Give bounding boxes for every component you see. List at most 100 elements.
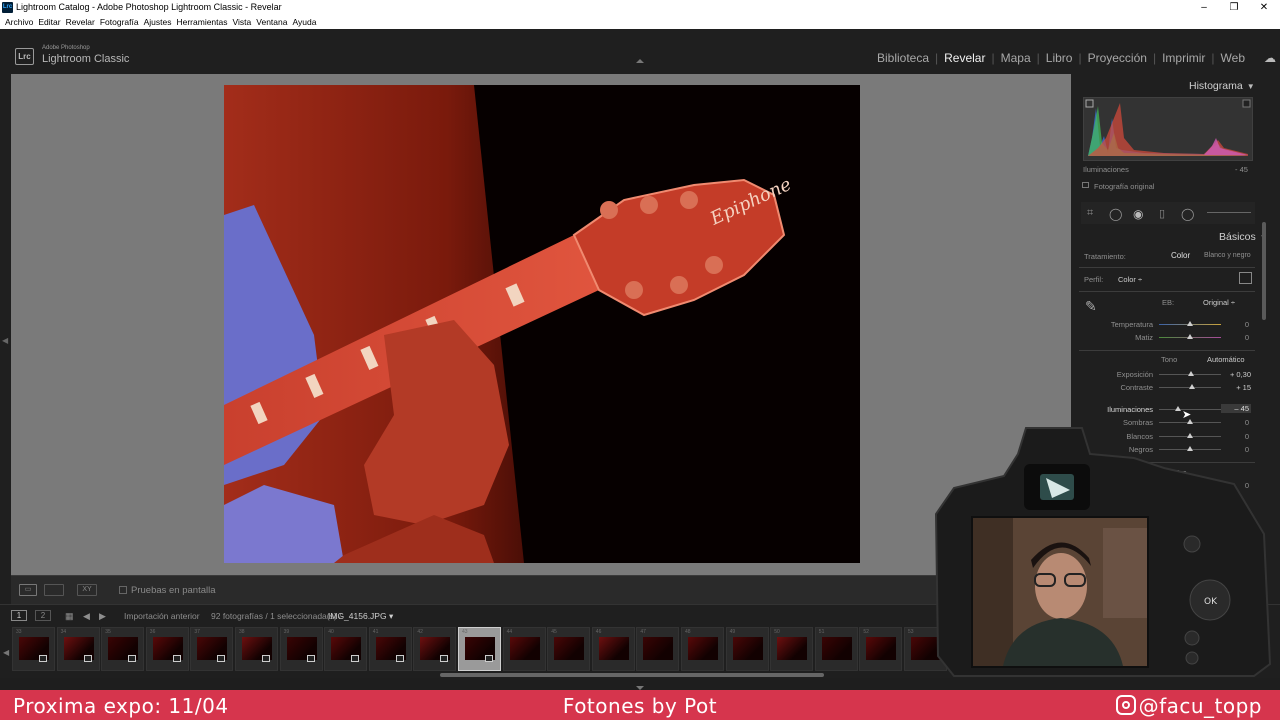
filmstrip-thumbnail[interactable]: 45	[547, 627, 591, 671]
filmstrip-thumbnail[interactable]: 52	[859, 627, 903, 671]
filmstrip-thumbnail[interactable]: 43	[458, 627, 501, 671]
soft-proof-checkbox[interactable]	[119, 586, 127, 594]
filmstrip-thumbnail[interactable]: 34	[56, 627, 100, 671]
thumbnail-image	[777, 637, 808, 660]
filmstrip-thumbnail[interactable]: 51	[814, 627, 858, 671]
thumbnail-number: 50	[774, 629, 780, 635]
filmstrip-thumbnail[interactable]: 38	[235, 627, 278, 671]
filmstrip-thumbnail[interactable]: 35	[101, 627, 145, 671]
crop-tool-icon[interactable]: ⌗	[1087, 207, 1093, 220]
compare-xy-button[interactable]: XY	[77, 584, 97, 596]
spot-removal-icon[interactable]: ◯	[1109, 207, 1122, 221]
left-panel-toggle-icon[interactable]: ◀	[2, 336, 8, 345]
filmstrip-thumbnail[interactable]: 41	[368, 627, 412, 671]
module-libro[interactable]: Libro	[1046, 51, 1073, 65]
menu-revelar[interactable]: Revelar	[65, 15, 99, 29]
minimize-button[interactable]: –	[1189, 0, 1219, 15]
edited-badge-icon	[83, 655, 92, 662]
menu-ajustes[interactable]: Ajustes	[143, 15, 176, 29]
filmstrip-source[interactable]: Importación anterior	[124, 611, 200, 621]
module-revelar[interactable]: Revelar	[944, 51, 985, 65]
treatment-color-option[interactable]: Color	[1171, 251, 1190, 260]
histogram-chart[interactable]	[1083, 97, 1253, 161]
highlights-value[interactable]: – 45	[1221, 404, 1251, 413]
thumbnail-number: 38	[239, 629, 245, 635]
menu-ventana[interactable]: Ventana	[255, 15, 291, 29]
profile-dropdown[interactable]: Color ÷	[1118, 275, 1142, 284]
close-button[interactable]: ✕	[1249, 0, 1279, 15]
photo-preview[interactable]: Epiphone	[224, 85, 860, 563]
filmstrip-thumbnail[interactable]: 33	[12, 627, 55, 671]
filmstrip-scrollbar[interactable]	[440, 673, 824, 677]
lrc-logo-icon: Lrc	[15, 48, 34, 65]
module-biblioteca[interactable]: Biblioteca	[877, 51, 929, 65]
forward-arrow-icon[interactable]: ▶	[99, 611, 106, 622]
tint-thumb[interactable]	[1187, 334, 1193, 339]
filmstrip-thumbnail[interactable]: 44	[502, 627, 546, 671]
profile-browser-icon[interactable]	[1239, 272, 1252, 284]
filmstrip-thumbnail[interactable]: 37	[190, 627, 234, 671]
loupe-view-button[interactable]: ▭	[19, 584, 37, 596]
menu-herramientas[interactable]: Herramientas	[175, 15, 231, 29]
exposure-value[interactable]: + 0,30	[1223, 370, 1251, 379]
red-eye-icon[interactable]: ◉	[1133, 207, 1143, 221]
filmstrip-thumbnail[interactable]: 49	[725, 627, 769, 671]
tone-label: Tono	[1161, 355, 1178, 364]
module-web[interactable]: Web	[1221, 51, 1245, 65]
display-2-button[interactable]: 2	[35, 610, 51, 621]
temperature-value[interactable]: 0	[1231, 320, 1249, 329]
module-proyeccion[interactable]: Proyección	[1088, 51, 1147, 65]
menu-ayuda[interactable]: Ayuda	[291, 15, 320, 29]
maximize-button[interactable]: ❐	[1219, 0, 1249, 15]
grid-view-icon[interactable]: ▦	[65, 611, 74, 622]
filmstrip-left-arrow-icon[interactable]: ◀	[3, 648, 9, 657]
thumbnail-image	[554, 637, 585, 660]
filmstrip-current-file[interactable]: IMG_4156.JPG ▾	[328, 611, 393, 622]
filmstrip-thumbnail[interactable]: 42	[413, 627, 457, 671]
display-1-button[interactable]: 1	[11, 610, 27, 621]
module-mapa[interactable]: Mapa	[1001, 51, 1031, 65]
filmstrip-thumbnail[interactable]: 47	[636, 627, 680, 671]
before-after-button[interactable]	[44, 584, 64, 596]
menu-archivo[interactable]: Archivo	[4, 15, 37, 29]
filmstrip-thumbnail[interactable]: 46	[591, 627, 635, 671]
cloud-icon[interactable]: ☁	[1264, 51, 1276, 65]
auto-tone-button[interactable]: Automático	[1207, 355, 1245, 364]
radial-filter-icon[interactable]: ◯	[1181, 207, 1194, 221]
top-panel-toggle-icon[interactable]	[636, 59, 644, 63]
treatment-bw-option[interactable]: Blanco y negro	[1204, 252, 1251, 259]
edited-badge-icon	[485, 655, 493, 662]
contrast-thumb[interactable]	[1189, 384, 1196, 389]
filmstrip-thumbnail[interactable]: 48	[681, 627, 724, 671]
graduated-filter-icon[interactable]: ▯	[1159, 207, 1165, 220]
filmstrip-thumbnail[interactable]: 40	[324, 627, 368, 671]
profile-label: Perfil:	[1084, 275, 1104, 284]
highlights-thumb[interactable]	[1174, 406, 1181, 411]
temperature-thumb[interactable]	[1187, 321, 1193, 326]
wb-eyedropper-icon[interactable]: ✎	[1085, 298, 1097, 315]
histogram-header[interactable]: Histograma ▼	[1189, 80, 1255, 92]
back-arrow-icon[interactable]: ◀	[83, 611, 90, 622]
filmstrip-thumbnail[interactable]: 36	[145, 627, 189, 671]
thumbnail-image	[821, 637, 852, 660]
filmstrip-thumbnail[interactable]: 39	[279, 627, 323, 671]
basics-header[interactable]: Básicos▼	[1219, 231, 1268, 243]
brush-tool-icon[interactable]	[1207, 212, 1251, 213]
temperature-label: Temperatura	[1110, 320, 1153, 329]
thumbnail-number: 36	[149, 629, 156, 635]
exposure-thumb[interactable]	[1188, 371, 1195, 376]
contrast-value[interactable]: + 15	[1223, 383, 1251, 392]
brand-name: Lightroom Classic	[42, 53, 130, 65]
thumbnail-number: 33	[16, 629, 22, 635]
svg-text:OK: OK	[1204, 597, 1218, 607]
menu-fotografia[interactable]: Fotografía	[99, 15, 143, 29]
thumbnail-number: 53	[908, 629, 914, 635]
tint-value[interactable]: 0	[1231, 333, 1249, 342]
original-photo-checkbox[interactable]	[1082, 182, 1089, 188]
menu-vista[interactable]: Vista	[232, 15, 256, 29]
wb-dropdown[interactable]: Original ÷	[1203, 298, 1235, 307]
module-imprimir[interactable]: Imprimir	[1162, 51, 1205, 65]
filmstrip-thumbnail[interactable]: 50	[770, 627, 814, 671]
menu-editar[interactable]: Editar	[37, 15, 64, 29]
right-panel-scrollbar[interactable]	[1262, 222, 1266, 320]
